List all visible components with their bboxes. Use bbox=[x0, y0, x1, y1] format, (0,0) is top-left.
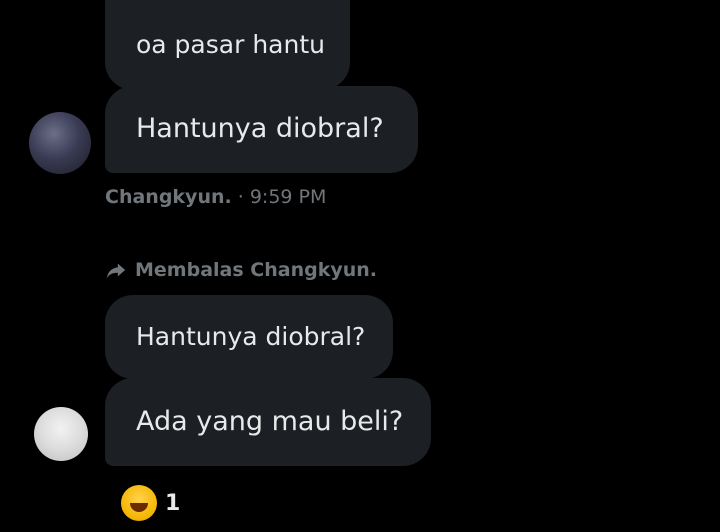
message-text: Ada yang mau beli? bbox=[136, 406, 404, 437]
dm-conversation: oa pasar hantu Hantunya diobral? Changky… bbox=[0, 0, 720, 532]
quoted-message-text: Hantunya diobral? bbox=[136, 322, 366, 351]
reply-arrow-icon bbox=[106, 263, 126, 279]
avatar[interactable] bbox=[34, 407, 88, 461]
message-text: oa pasar hantu bbox=[136, 30, 325, 59]
meta-separator: · bbox=[231, 186, 250, 208]
reply-label: Membalas Changkyun. bbox=[135, 259, 377, 281]
message-bubble[interactable]: oa pasar hantu bbox=[105, 0, 350, 90]
message-time: 9:59 PM bbox=[249, 186, 327, 208]
message-text: Hantunya diobral? bbox=[136, 113, 384, 144]
sender-name[interactable]: Changkyun. bbox=[105, 186, 232, 208]
quoted-message-bubble[interactable]: Hantunya diobral? bbox=[105, 295, 393, 379]
reaction-count: 1 bbox=[165, 490, 181, 516]
message-bubble[interactable]: Ada yang mau beli? bbox=[105, 378, 431, 466]
reaction-badge[interactable]: 1 bbox=[121, 485, 180, 521]
avatar[interactable] bbox=[29, 112, 91, 174]
message-meta: Changkyun. · 9:59 PM bbox=[105, 186, 326, 208]
reply-indicator[interactable]: Membalas Changkyun. bbox=[105, 259, 377, 281]
message-bubble[interactable]: Hantunya diobral? bbox=[105, 86, 418, 173]
laughing-emoji-icon bbox=[121, 485, 157, 521]
